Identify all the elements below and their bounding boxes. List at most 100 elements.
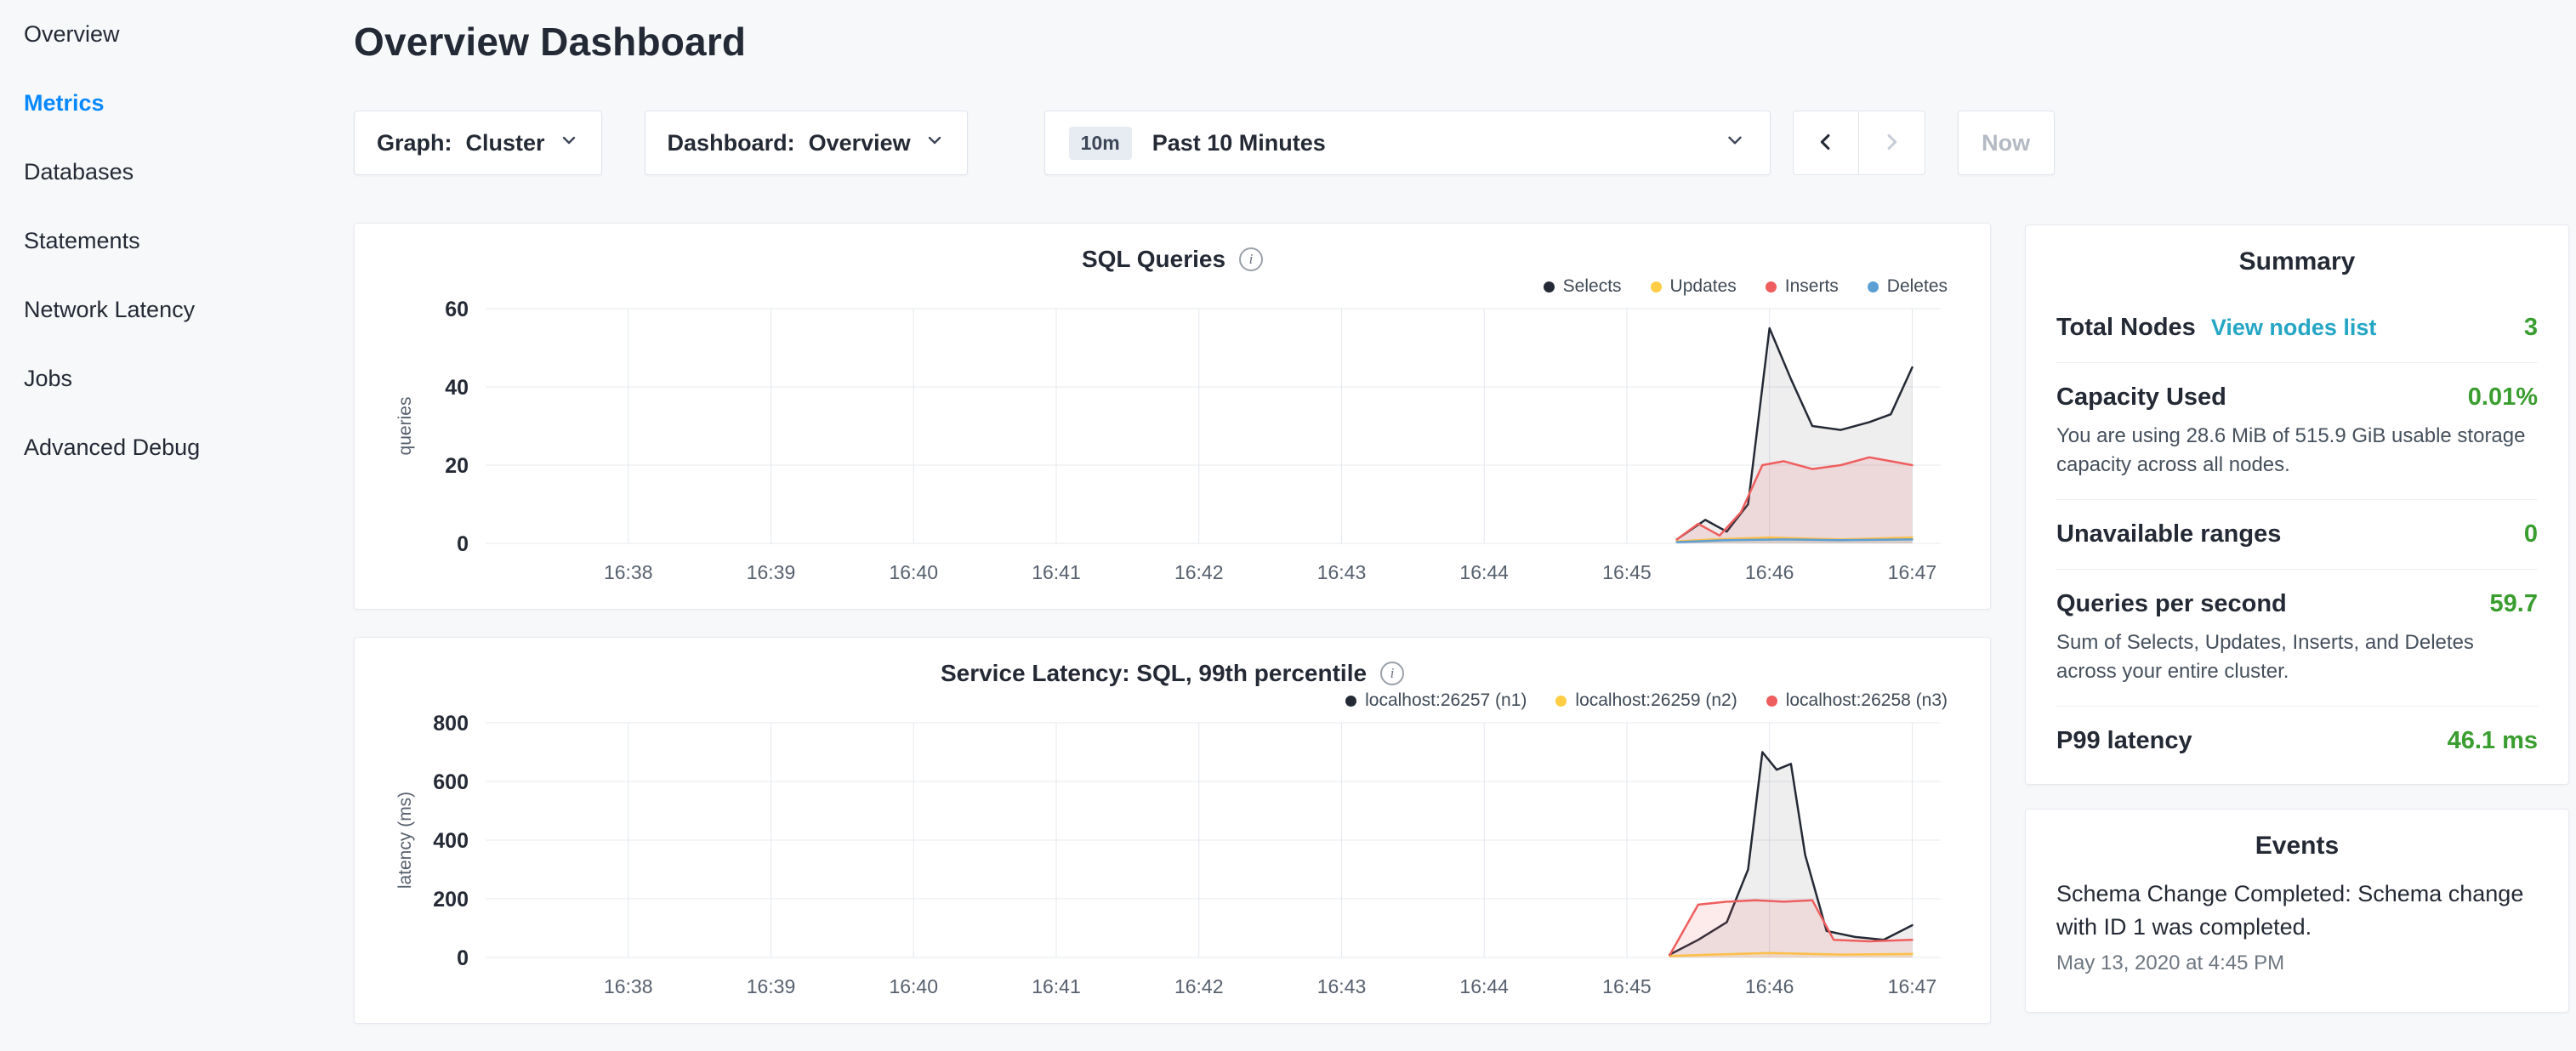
- sql-queries-chart-card: SQL Queries i Selects Updates Inserts: [354, 223, 1991, 610]
- time-window-dropdown[interactable]: 10m Past 10 Minutes: [1044, 111, 1771, 175]
- summary-panel: Summary Total Nodes View nodes list 3 Ca…: [2025, 224, 2569, 785]
- svg-text:16:42: 16:42: [1174, 561, 1224, 583]
- sql-queries-chart[interactable]: 16:3816:3916:4016:4116:4216:4316:4416:45…: [375, 298, 1971, 596]
- svg-text:16:45: 16:45: [1602, 561, 1652, 583]
- svg-text:400: 400: [433, 829, 469, 853]
- svg-text:16:39: 16:39: [747, 561, 796, 583]
- legend-dot-n1: [1345, 696, 1356, 707]
- graph-dropdown[interactable]: Graph: Cluster: [354, 111, 602, 175]
- time-next-button[interactable]: [1859, 111, 1925, 175]
- summary-title: Summary: [2056, 247, 2538, 293]
- legend-label: localhost:26257 (n1): [1365, 690, 1527, 711]
- event-item[interactable]: Schema Change Completed: Schema change w…: [2056, 878, 2538, 975]
- summary-value: 0.01%: [2468, 383, 2538, 412]
- summary-label: Queries per second: [2056, 590, 2287, 618]
- info-icon[interactable]: i: [1380, 662, 1404, 685]
- legend-label: Inserts: [1785, 276, 1839, 297]
- legend-dot-updates: [1651, 281, 1662, 293]
- time-window-label: Past 10 Minutes: [1152, 130, 1326, 156]
- chart-legend: Selects Updates Inserts Deletes: [375, 276, 1948, 297]
- svg-text:16:40: 16:40: [889, 561, 938, 583]
- svg-text:queries: queries: [395, 397, 415, 456]
- time-window-badge: 10m: [1069, 127, 1132, 160]
- legend-dot-deletes: [1868, 281, 1879, 293]
- event-timestamp: May 13, 2020 at 4:45 PM: [2056, 952, 2538, 975]
- svg-text:16:44: 16:44: [1459, 975, 1509, 997]
- sidebar-item-overview[interactable]: Overview: [24, 0, 340, 69]
- main-content: Overview Dashboard Graph: Cluster Dashbo…: [340, 0, 1991, 1024]
- svg-text:16:47: 16:47: [1888, 561, 1937, 583]
- legend-dot-n2: [1555, 696, 1567, 707]
- dashboard-dropdown[interactable]: Dashboard: Overview: [645, 111, 968, 175]
- svg-text:800: 800: [433, 713, 469, 736]
- legend-dot-inserts: [1766, 281, 1777, 293]
- svg-text:16:41: 16:41: [1032, 561, 1081, 583]
- events-title: Events: [2056, 832, 2538, 878]
- svg-text:16:47: 16:47: [1888, 975, 1937, 997]
- svg-text:0: 0: [457, 946, 469, 970]
- sidebar-item-statements[interactable]: Statements: [24, 207, 340, 276]
- svg-text:16:43: 16:43: [1317, 975, 1367, 997]
- svg-text:60: 60: [445, 298, 469, 321]
- svg-text:40: 40: [445, 376, 469, 400]
- view-nodes-link[interactable]: View nodes list: [2211, 315, 2377, 341]
- svg-text:latency (ms): latency (ms): [395, 792, 415, 889]
- summary-row-total-nodes: Total Nodes View nodes list 3: [2056, 293, 2538, 362]
- legend-label: localhost:26259 (n2): [1575, 690, 1737, 711]
- chevron-down-icon: [1724, 129, 1746, 157]
- svg-text:16:42: 16:42: [1174, 975, 1224, 997]
- dashboard-dropdown-value: Overview: [809, 130, 911, 156]
- summary-value: 46.1 ms: [2448, 727, 2538, 755]
- time-prev-button[interactable]: [1793, 111, 1859, 175]
- sidebar-item-advanced-debug[interactable]: Advanced Debug: [24, 413, 340, 482]
- chart-title: SQL Queries: [1082, 246, 1225, 273]
- summary-row-capacity-used: Capacity Used 0.01% You are using 28.6 M…: [2056, 362, 2538, 499]
- chart-title: Service Latency: SQL, 99th percentile: [941, 660, 1367, 687]
- svg-text:16:46: 16:46: [1745, 561, 1794, 583]
- sidebar: Overview Metrics Databases Statements Ne…: [0, 0, 340, 482]
- chevron-left-icon: [1814, 130, 1838, 156]
- svg-text:16:39: 16:39: [747, 975, 796, 997]
- chart-legend: localhost:26257 (n1) localhost:26259 (n2…: [375, 690, 1948, 711]
- event-text: Schema Change Completed: Schema change w…: [2056, 878, 2538, 943]
- dashboard-dropdown-label: Dashboard:: [668, 130, 795, 156]
- legend-item: Updates: [1651, 276, 1737, 297]
- legend-label: Deletes: [1887, 276, 1948, 297]
- sidebar-item-databases[interactable]: Databases: [24, 138, 340, 207]
- legend-dot-selects: [1544, 281, 1555, 293]
- summary-value: 0: [2524, 520, 2538, 548]
- chevron-down-icon: [924, 130, 945, 156]
- service-latency-chart-card: Service Latency: SQL, 99th percentile i …: [354, 637, 1991, 1024]
- summary-value: 59.7: [2490, 590, 2538, 618]
- legend-item: Deletes: [1868, 276, 1948, 297]
- svg-text:16:43: 16:43: [1317, 561, 1367, 583]
- chevron-down-icon: [559, 130, 579, 156]
- right-sidebar: Summary Total Nodes View nodes list 3 Ca…: [2025, 224, 2569, 1013]
- legend-label: localhost:26258 (n3): [1786, 690, 1948, 711]
- sidebar-item-network-latency[interactable]: Network Latency: [24, 276, 340, 344]
- summary-row-p99-latency: P99 latency 46.1 ms: [2056, 706, 2538, 775]
- dashboard-controls: Graph: Cluster Dashboard: Overview 10m P…: [354, 111, 1991, 175]
- summary-label: P99 latency: [2056, 727, 2192, 755]
- sidebar-item-jobs[interactable]: Jobs: [24, 344, 340, 413]
- graph-dropdown-label: Graph:: [377, 130, 452, 156]
- time-pager: [1793, 111, 1925, 175]
- svg-text:600: 600: [433, 770, 469, 794]
- legend-label: Selects: [1563, 276, 1622, 297]
- svg-text:16:38: 16:38: [604, 975, 653, 997]
- svg-text:16:41: 16:41: [1032, 975, 1081, 997]
- legend-item: localhost:26258 (n3): [1766, 690, 1948, 711]
- service-latency-chart[interactable]: 16:3816:3916:4016:4116:4216:4316:4416:45…: [375, 713, 1971, 1010]
- svg-text:20: 20: [445, 454, 469, 478]
- sidebar-item-metrics[interactable]: Metrics: [24, 69, 340, 138]
- info-icon[interactable]: i: [1239, 247, 1263, 271]
- summary-description: Sum of Selects, Updates, Inserts, and De…: [2056, 628, 2538, 685]
- summary-label: Total Nodes: [2056, 314, 2196, 342]
- time-controls: 10m Past 10 Minutes: [1044, 111, 2055, 175]
- summary-row-unavailable-ranges: Unavailable ranges 0: [2056, 499, 2538, 569]
- now-button[interactable]: Now: [1958, 111, 2055, 175]
- svg-text:16:46: 16:46: [1745, 975, 1794, 997]
- events-panel: Events Schema Change Completed: Schema c…: [2025, 809, 2569, 1013]
- svg-text:16:44: 16:44: [1459, 561, 1509, 583]
- svg-text:16:40: 16:40: [889, 975, 938, 997]
